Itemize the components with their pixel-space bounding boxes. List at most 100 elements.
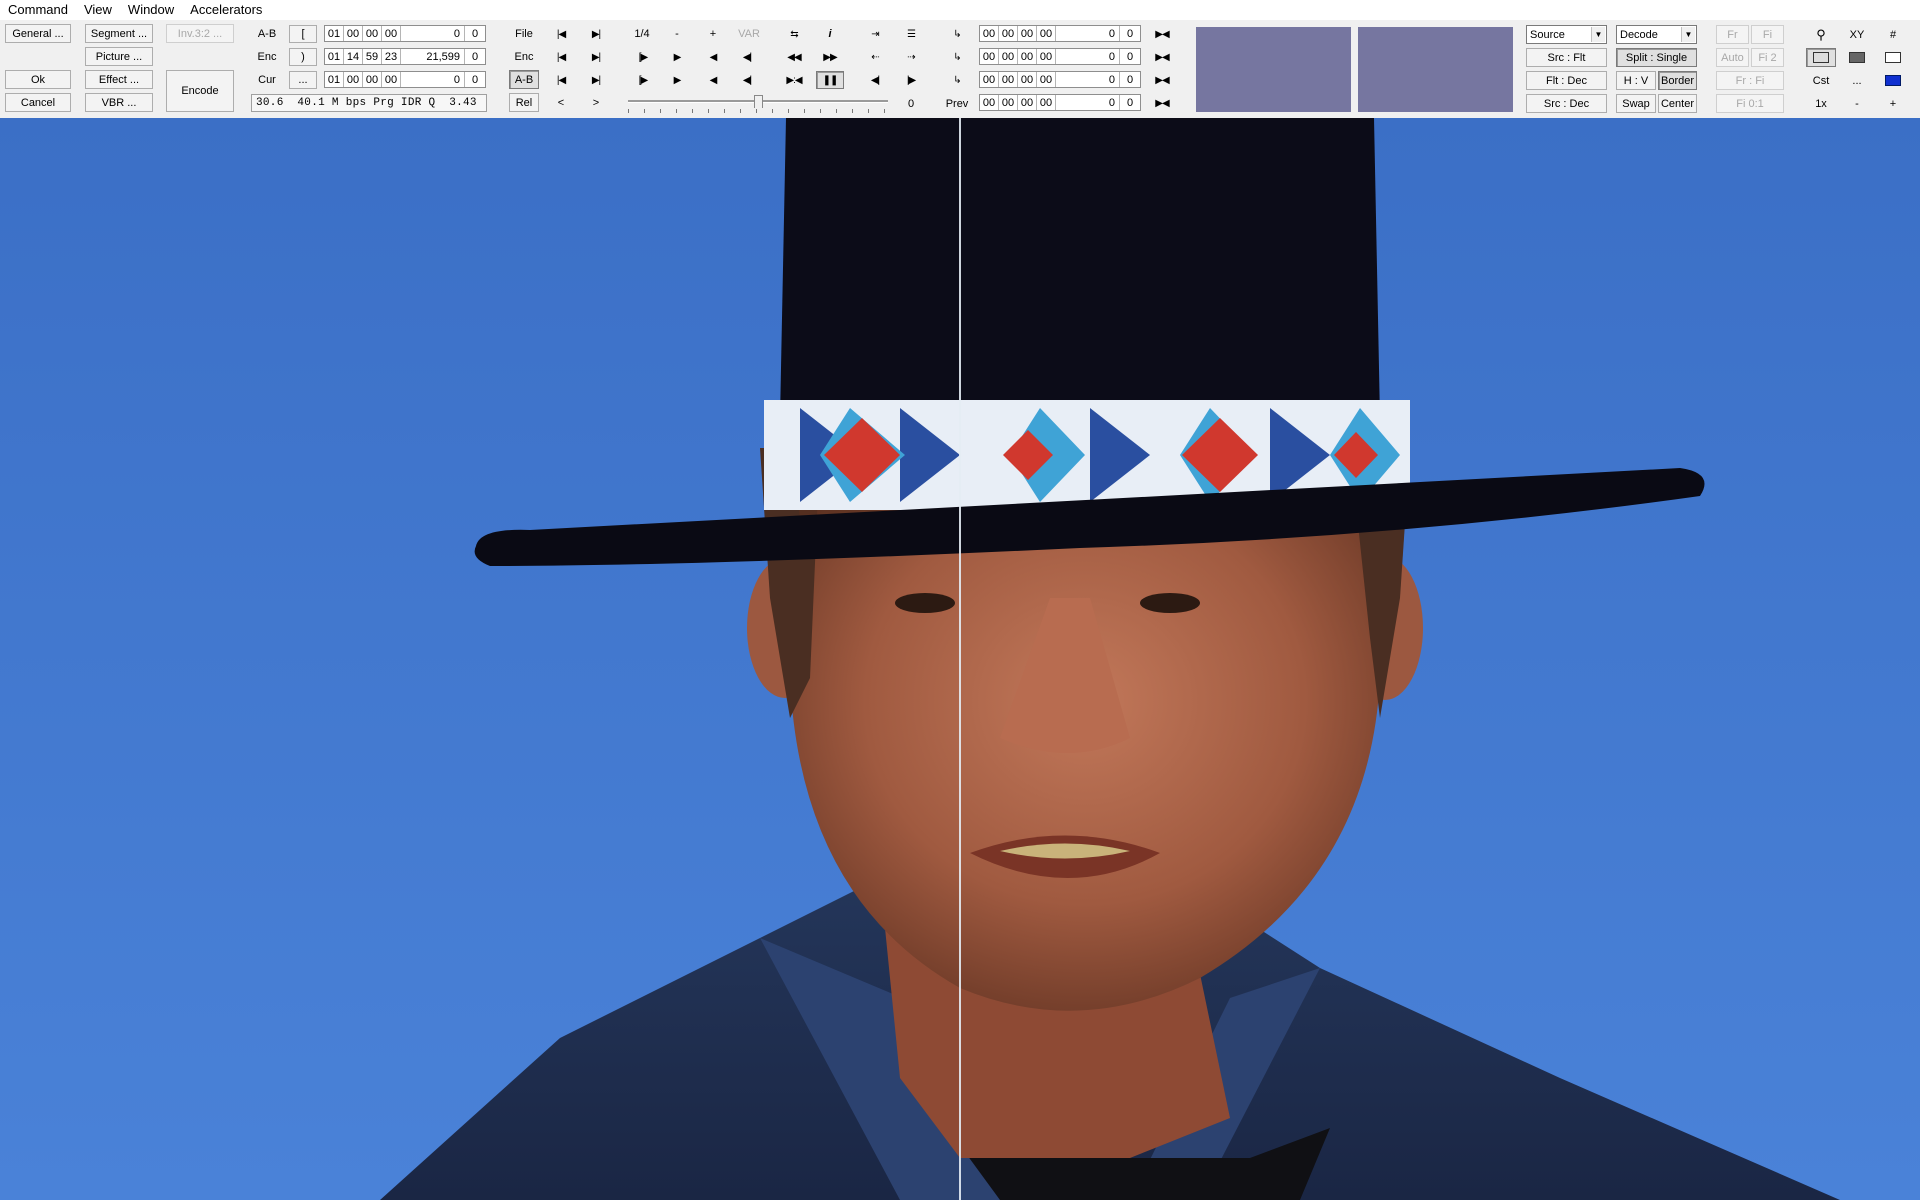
step-back-icon[interactable]: ◀| — [734, 71, 760, 89]
cur-timecode[interactable]: 01 00 00 00 0 0 — [324, 71, 486, 88]
src-dec-button[interactable]: Src : Dec — [1526, 94, 1607, 113]
file-start-icon[interactable]: |◀ — [547, 25, 575, 43]
jump-forward-icon[interactable]: ⇢ — [898, 48, 924, 66]
step-back-frame-icon[interactable]: ◀| — [862, 71, 888, 89]
play-icon[interactable]: ▶ — [664, 48, 690, 66]
tc-hours: 01 — [325, 49, 344, 64]
jump-back-icon[interactable]: ⇠ — [862, 48, 888, 66]
prev-timecode[interactable]: 00 00 00 00 0 0 — [979, 94, 1141, 111]
frame-button[interactable]: Fr — [1716, 25, 1749, 44]
general-button[interactable]: General ... — [5, 24, 71, 43]
vbr-button[interactable]: VBR ... — [85, 93, 153, 112]
fit-width-icon[interactable]: ⇥ — [862, 25, 888, 43]
mark-current-button[interactable]: ... — [289, 71, 317, 89]
pause-icon[interactable]: ❚❚ — [816, 71, 844, 89]
tc-frame-count: 0 — [1056, 26, 1120, 41]
flt-dec-button[interactable]: Flt : Dec — [1526, 71, 1607, 90]
video-viewport[interactable] — [0, 118, 1920, 1200]
ab-start-icon[interactable]: |◀ — [547, 71, 575, 89]
ab-nav-button[interactable]: A-B — [509, 70, 539, 89]
segment-button[interactable]: Segment ... — [85, 24, 153, 43]
goto-icon[interactable]: ↳ — [944, 48, 970, 66]
goto-icon[interactable]: ↳ — [944, 71, 970, 89]
enc-end-icon[interactable]: ▶| — [582, 48, 610, 66]
skip-to-end-icon[interactable]: ▶◀ — [1147, 25, 1177, 43]
rewind-icon[interactable]: ◀◀ — [780, 48, 808, 66]
enc-start-icon[interactable]: |◀ — [547, 48, 575, 66]
marker-timecode[interactable]: 00 00 00 00 0 0 — [979, 48, 1141, 65]
inverse-telecine-button[interactable]: Inv.3:2 ... — [166, 24, 234, 43]
menu-accelerators[interactable]: Accelerators — [182, 0, 270, 20]
rel-button[interactable]: Rel — [509, 93, 539, 112]
step-back-icon[interactable]: ◀| — [734, 48, 760, 66]
swap-button[interactable]: Swap — [1616, 94, 1656, 113]
effect-button[interactable]: Effect ... — [85, 70, 153, 89]
center-button[interactable]: Center — [1658, 94, 1697, 113]
cancel-button[interactable]: Cancel — [5, 93, 71, 112]
play-reverse-icon[interactable]: ▶:◀ — [780, 71, 808, 89]
menu-command[interactable]: Command — [0, 0, 76, 20]
rel-next-button[interactable]: > — [582, 94, 610, 112]
marker-timecode[interactable]: 00 00 00 00 0 0 — [979, 71, 1141, 88]
hv-button[interactable]: H : V — [1616, 71, 1656, 90]
skip-to-end-icon[interactable]: ▶◀ — [1147, 71, 1177, 89]
position-slider[interactable] — [626, 95, 890, 115]
monitor-icon[interactable] — [1878, 48, 1908, 67]
grid-button[interactable]: # — [1878, 25, 1908, 44]
field-button[interactable]: Fi — [1751, 25, 1784, 44]
mark-in-button[interactable]: [ — [289, 25, 317, 43]
src-flt-button[interactable]: Src : Flt — [1526, 48, 1607, 67]
zoom-out-button[interactable]: - — [1842, 94, 1872, 113]
tc-field: 0 — [1126, 27, 1134, 40]
reverse-icon[interactable]: ◀ — [700, 48, 726, 66]
rel-prev-button[interactable]: < — [547, 94, 575, 112]
encode-button[interactable]: Encode — [166, 70, 234, 112]
border-button[interactable]: Border — [1658, 71, 1697, 90]
ab-end-icon[interactable]: ▶| — [582, 71, 610, 89]
picture-button[interactable]: Picture ... — [85, 47, 153, 66]
play-from-mark-icon[interactable]: [▶ — [630, 48, 656, 66]
skip-to-end-icon[interactable]: ▶◀ — [1147, 94, 1177, 112]
file-end-icon[interactable]: ▶| — [582, 25, 610, 43]
decode-select[interactable]: Decode ▼ — [1616, 25, 1697, 44]
tc-frame-count: 0 — [401, 26, 465, 41]
slider-thumb[interactable] — [754, 95, 763, 108]
ab-timecode[interactable]: 01 00 00 00 0 0 — [324, 25, 486, 42]
split-divider[interactable] — [959, 118, 961, 1200]
marker-timecode[interactable]: 00 00 00 00 0 0 — [979, 25, 1141, 42]
cur-label: Cur — [258, 73, 276, 86]
speed-minus-button[interactable]: - — [664, 25, 690, 43]
frame-field-button[interactable]: Fr : Fi — [1716, 71, 1784, 90]
color-monitor-icon[interactable] — [1878, 71, 1908, 90]
field-order-button[interactable]: Fi 0:1 — [1716, 94, 1784, 113]
loop-icon[interactable]: ⇆ — [780, 25, 808, 43]
ok-button[interactable]: Ok — [5, 70, 71, 89]
mark-out-button[interactable]: ) — [289, 48, 317, 66]
zoom-in-button[interactable]: + — [1878, 94, 1908, 113]
menu-view[interactable]: View — [76, 0, 120, 20]
auto-button[interactable]: Auto — [1716, 48, 1749, 67]
speed-plus-button[interactable]: + — [700, 25, 726, 43]
play-icon[interactable]: ▶ — [664, 71, 690, 89]
reverse-icon[interactable]: ◀ — [700, 71, 726, 89]
step-forward-frame-icon[interactable]: |▶ — [898, 71, 924, 89]
search-icon[interactable]: ⚲ — [1806, 25, 1836, 44]
goto-icon[interactable]: ↳ — [944, 25, 970, 43]
list-icon[interactable]: ☰ — [898, 25, 924, 43]
tc-hours: 01 — [325, 26, 344, 41]
field-2-button[interactable]: Fi 2 — [1751, 48, 1784, 67]
enc-timecode[interactable]: 01 14 59 23 21,599 0 — [324, 48, 486, 65]
xy-button[interactable]: XY — [1842, 25, 1872, 44]
source-select[interactable]: Source ▼ — [1526, 25, 1607, 44]
skip-to-end-icon[interactable]: ▶◀ — [1147, 48, 1177, 66]
more-button[interactable]: ... — [1842, 71, 1872, 90]
split-single-button[interactable]: Split : Single — [1616, 48, 1697, 67]
monitor-icon[interactable] — [1842, 48, 1872, 67]
info-icon[interactable]: i — [816, 25, 844, 43]
fast-forward-icon[interactable]: ▶▶ — [816, 48, 844, 66]
play-from-mark-icon[interactable]: [▶ — [630, 71, 656, 89]
menu-window[interactable]: Window — [120, 0, 182, 20]
cst-button[interactable]: Cst — [1806, 71, 1836, 90]
monitor-icon[interactable] — [1806, 48, 1836, 67]
var-button[interactable]: VAR — [734, 25, 764, 43]
